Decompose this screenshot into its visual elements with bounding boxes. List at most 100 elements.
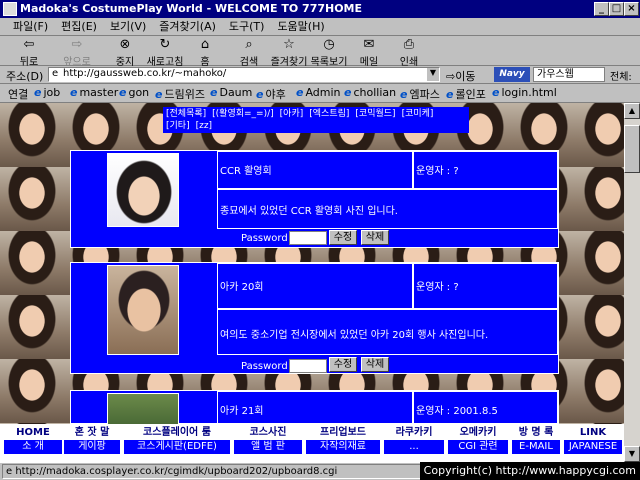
mail-icon: ✉ [363, 37, 375, 52]
album-thumbnail[interactable] [107, 393, 179, 425]
forward-button[interactable]: ⇨ 앞으로 [54, 37, 100, 69]
category-aka[interactable]: [아카] [280, 109, 304, 119]
album-operator: 운영자 : 2001.8.5 [413, 391, 558, 425]
navy-logo: Navy [494, 67, 530, 82]
favorites-icon: ☆ [283, 37, 295, 52]
print-button[interactable]: ⎙ 인쇄 [386, 37, 432, 69]
address-url: http://gaussweb.co.kr/~mahoko/ [63, 68, 227, 79]
refresh-icon: ↻ [159, 37, 171, 52]
category-etc[interactable]: [기타] [166, 121, 190, 131]
link-admin[interactable]: Admin [296, 86, 340, 99]
scroll-down-icon[interactable]: ▼ [624, 446, 640, 462]
delete-button[interactable]: 삭제 [361, 230, 389, 245]
link-daum[interactable]: Daum [210, 86, 252, 99]
password-input[interactable] [289, 359, 327, 373]
menu-view[interactable]: 보기(V) [110, 18, 146, 35]
ie-icon [3, 2, 17, 16]
minimize-button[interactable]: _ [594, 2, 609, 16]
search-scope-label: 전체: [610, 72, 632, 83]
window-title: Madoka's CostumePlay World - WELCOME TO … [20, 2, 363, 15]
forward-arrow-icon: ⇨ [71, 37, 83, 52]
toolbar: ⇦ 뒤로 ⇨ 앞으로 ⊗ 중지 ↻ 새로고침 ⌂ 홈 ⌕ 검색 ☆ 즐겨찾기 ◷ 목록보기 ✉ 메… [0, 36, 640, 69]
password-input[interactable] [289, 231, 327, 245]
category-all[interactable]: [전체목록] [166, 109, 206, 119]
nav-sub-gaypang[interactable]: 게이팡 [64, 440, 120, 454]
category-comiket[interactable]: [코미케] [402, 109, 434, 119]
menu-help[interactable]: 도움말(H) [277, 18, 324, 35]
title-bar: Madoka's CostumePlay World - WELCOME TO … [0, 0, 640, 18]
category-photo-session[interactable]: [(활영회=_=)/] [212, 109, 274, 119]
address-input[interactable]: e http://gaussweb.co.kr/~mahoko/ ▼ [48, 67, 440, 82]
nav-cosplayer-room[interactable]: 코스플레이어 룸 [122, 426, 232, 440]
nav-sub-japanese[interactable]: JAPANESE [564, 440, 622, 454]
toolbar-search-input[interactable]: 가우스웹 [533, 67, 605, 82]
menu-bar: 파일(F) 편집(E) 보기(V) 즐겨찾기(A) 도구(T) 도움말(H) [0, 18, 640, 36]
address-bar: 주소(D) e http://gaussweb.co.kr/~mahoko/ ▼… [0, 66, 640, 84]
nav-sub-album[interactable]: 앨 범 판 [234, 440, 302, 454]
nav-cos-photo[interactable]: 코스사진 [232, 426, 304, 440]
link-master[interactable]: master [70, 86, 118, 99]
nav-sub-materials[interactable]: 자작의재료 [306, 440, 380, 454]
album-title: 아카 20회 [217, 263, 413, 309]
album-thumbnail[interactable] [107, 265, 179, 355]
album-thumbnail[interactable] [107, 153, 179, 227]
nav-monologue[interactable]: 혼 잣 말 [62, 426, 122, 440]
nav-sub-email[interactable]: E-MAIL [512, 440, 560, 454]
print-icon: ⎙ [403, 37, 415, 52]
link-dreamwiz[interactable]: 드림위즈 [155, 86, 204, 102]
delete-button[interactable]: 삭제 [361, 357, 389, 372]
album-card: 아카 20회 운영자 : ? 여의도 중소기업 전시장에서 있었던 아카 20회… [70, 262, 559, 374]
category-comicworld[interactable]: [코믹월드] [355, 109, 395, 119]
edit-button[interactable]: 수정 [329, 230, 357, 245]
back-button[interactable]: ⇦ 뒤로 [6, 37, 52, 69]
album-card: 아카 21회 운영자 : 2001.8.5 [70, 390, 559, 425]
chevron-down-icon[interactable]: ▼ [427, 68, 439, 81]
address-label: 주소(D) [6, 70, 44, 83]
nav-sub-cos-board[interactable]: 코스게시판(EDFE) [124, 440, 230, 454]
scroll-up-icon[interactable]: ▲ [624, 103, 640, 119]
nav-rakukaki[interactable]: 라쿠카키 [382, 426, 446, 440]
maximize-button[interactable]: □ [609, 2, 624, 16]
nav-home[interactable]: HOME [4, 426, 62, 440]
link-login[interactable]: login.html [492, 86, 556, 99]
status-text: e http://madoka.cosplayer.co.kr/cgimdk/u… [2, 464, 432, 479]
menu-file[interactable]: 파일(F) [13, 18, 48, 35]
nav-sub-cgi[interactable]: CGI 관련 [448, 440, 508, 454]
page-icon: e [6, 466, 16, 477]
category-zz[interactable]: [zz] [196, 121, 212, 131]
home-button[interactable]: ⌂ 홈 [182, 37, 228, 69]
scroll-thumb[interactable] [624, 125, 640, 173]
category-extreme[interactable]: [엑스트림] [309, 109, 349, 119]
link-chollian[interactable]: chollian [344, 86, 396, 99]
nav-guestbook[interactable]: 방 명 록 [510, 426, 562, 440]
menu-favorites[interactable]: 즐겨찾기(A) [159, 18, 216, 35]
nav-sub-more[interactable]: ... [384, 440, 444, 454]
nav-free-board[interactable]: 프리업보드 [304, 426, 382, 440]
home-icon: ⌂ [200, 37, 210, 52]
album-card: CCR 활영회 운영자 : ? 종묘에서 있었던 CCR 활영회 사진 입니다.… [70, 150, 559, 248]
link-job[interactable]: job [34, 86, 60, 99]
nav-omekaki[interactable]: 오메카키 [446, 426, 510, 440]
menu-edit[interactable]: 편집(E) [61, 18, 97, 35]
vertical-scrollbar[interactable]: ▲ ▼ [624, 103, 640, 462]
history-icon: ◷ [323, 37, 335, 52]
edit-button[interactable]: 수정 [329, 357, 357, 372]
link-empas[interactable]: 엠파스 [400, 86, 439, 102]
album-operator: 운영자 : ? [413, 151, 558, 189]
nav-sub-intro[interactable]: 소 개 [4, 440, 62, 454]
link-rollinfo[interactable]: 롤인포 [446, 86, 485, 102]
album-description: 여의도 중소기업 전시장에서 있었던 아카 20회 행사 사진입니다. [217, 309, 558, 355]
link-gon[interactable]: gon [119, 86, 149, 99]
album-title: CCR 활영회 [217, 151, 413, 189]
menu-tools[interactable]: 도구(T) [229, 18, 265, 35]
album-title: 아카 21회 [217, 391, 413, 425]
links-label: 연결 [8, 88, 29, 101]
page-icon: e [52, 68, 59, 79]
link-yahoo[interactable]: 야후 [256, 86, 285, 102]
album-operator: 운영자 : ? [413, 263, 558, 309]
go-button[interactable]: ⇨이동 [446, 68, 475, 84]
back-arrow-icon: ⇦ [23, 37, 35, 52]
copyright-banner: Copyright(c) http://www.happycgi.com [419, 462, 640, 480]
close-button[interactable]: × [624, 2, 639, 16]
nav-link[interactable]: LINK [562, 426, 624, 440]
